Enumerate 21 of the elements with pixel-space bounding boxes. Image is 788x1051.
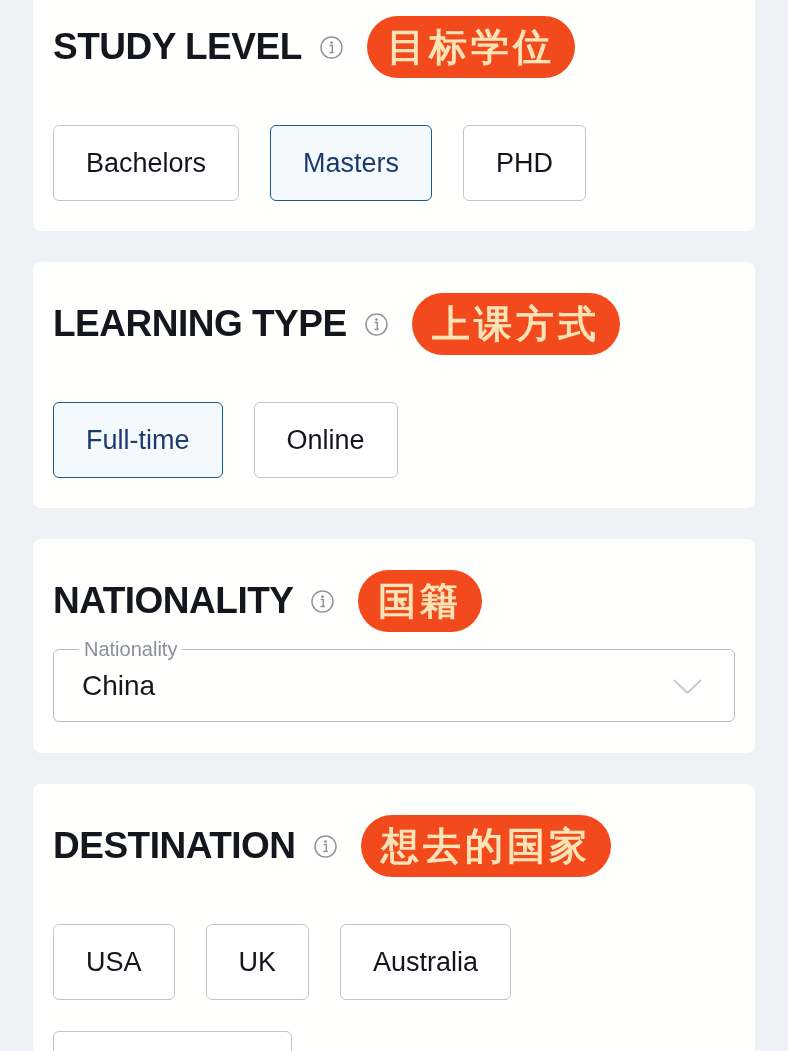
option-button[interactable]: PHD: [463, 125, 587, 201]
info-icon[interactable]: [364, 312, 388, 336]
option-button[interactable]: USA: [53, 924, 175, 1000]
info-icon[interactable]: [319, 35, 343, 59]
section-heading: STUDY LEVEL: [53, 25, 302, 69]
annotation-sticker: 上课方式: [411, 293, 620, 355]
chevron-down-icon: [673, 678, 702, 694]
option-button[interactable]: Online: [253, 402, 398, 478]
section-heading: DESTINATION: [53, 824, 296, 868]
option-button[interactable]: UK: [205, 924, 310, 1000]
annotation-sticker: 目标学位: [366, 16, 575, 78]
option-button[interactable]: Bachelors: [53, 125, 240, 201]
section-heading: NATIONALITY: [53, 579, 294, 623]
option-button[interactable]: Full-time: [53, 402, 223, 478]
option-button[interactable]: Masters: [270, 125, 433, 201]
annotation-sticker: 想去的国家: [360, 815, 611, 877]
annotation-sticker: 国籍: [358, 570, 483, 632]
info-icon[interactable]: [311, 589, 335, 613]
section-heading: LEARNING TYPE: [53, 302, 347, 346]
info-icon[interactable]: [313, 834, 337, 858]
option-button[interactable]: Australia: [340, 924, 512, 1000]
